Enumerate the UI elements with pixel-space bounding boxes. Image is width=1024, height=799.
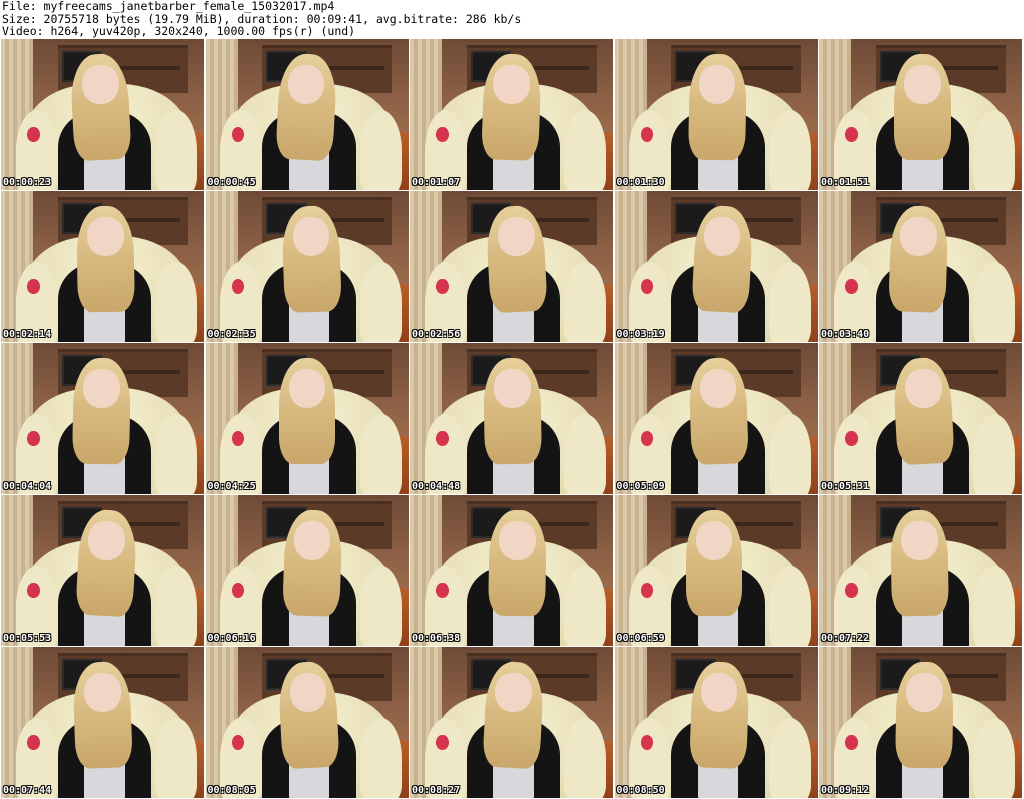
video-thumbnail: 00:08:05 — [205, 647, 409, 798]
video-thumbnail: 00:07:44 — [1, 647, 204, 798]
thumbnail-timestamp: 00:05:53 — [3, 633, 52, 644]
video-thumbnail: 00:02:35 — [205, 191, 409, 342]
thumbnail-scene — [614, 647, 818, 798]
thumbnail-scene — [205, 647, 409, 798]
video-thumbnail: 00:04:48 — [410, 343, 613, 494]
thumbnail-timestamp: 00:01:07 — [412, 177, 461, 188]
video-thumbnail: 00:04:04 — [1, 343, 204, 494]
thumbnail-scene — [614, 495, 818, 646]
video-thumbnail: 00:07:22 — [819, 495, 1022, 646]
video-thumbnail: 00:04:25 — [205, 343, 409, 494]
thumbnail-scene — [410, 647, 613, 798]
thumbnail-scene — [614, 39, 818, 190]
thumbnail-timestamp: 00:06:38 — [412, 633, 461, 644]
thumbnail-timestamp: 00:04:48 — [412, 481, 461, 492]
thumbnail-timestamp: 00:02:14 — [3, 329, 52, 340]
video-thumbnail: 00:05:09 — [614, 343, 818, 494]
video-info-header: File: myfreecams_janetbarber_female_1503… — [2, 0, 1022, 38]
thumbnail-scene — [1, 647, 204, 798]
thumbnail-timestamp: 00:04:04 — [3, 481, 52, 492]
video-thumbnail: 00:06:38 — [410, 495, 613, 646]
thumbnail-scene — [410, 343, 613, 494]
video-thumbnail: 00:06:59 — [614, 495, 818, 646]
thumbnail-timestamp: 00:04:25 — [207, 481, 256, 492]
thumbnail-timestamp: 00:05:31 — [821, 481, 870, 492]
thumbnail-timestamp: 00:09:12 — [821, 785, 870, 796]
thumbnail-scene — [819, 191, 1022, 342]
thumbnail-scene — [819, 495, 1022, 646]
thumbnail-scene — [1, 191, 204, 342]
thumbnail-timestamp: 00:02:35 — [207, 329, 256, 340]
thumbnail-scene — [614, 191, 818, 342]
video-codec-line: Video: h264, yuv420p, 320x240, 1000.00 f… — [2, 24, 356, 38]
video-thumbnail: 00:01:51 — [819, 39, 1022, 190]
video-thumbnail: 00:02:56 — [410, 191, 613, 342]
thumbnail-scene — [205, 495, 409, 646]
video-thumbnail: 00:01:30 — [614, 39, 818, 190]
thumbnail-scene — [205, 191, 409, 342]
video-thumbnail: 00:02:14 — [1, 191, 204, 342]
thumbnail-scene — [410, 495, 613, 646]
video-thumbnail: 00:00:23 — [1, 39, 204, 190]
thumbnail-scene — [1, 343, 204, 494]
video-thumbnail: 00:05:31 — [819, 343, 1022, 494]
video-thumbnail: 00:06:16 — [205, 495, 409, 646]
thumbnail-scene — [819, 647, 1022, 798]
thumbnail-timestamp: 00:06:59 — [616, 633, 665, 644]
thumbnail-scene — [819, 343, 1022, 494]
thumbnail-scene — [614, 343, 818, 494]
thumbnail-timestamp: 00:01:51 — [821, 177, 870, 188]
video-thumbnail: 00:03:40 — [819, 191, 1022, 342]
video-thumbnail: 00:00:45 — [205, 39, 409, 190]
thumbnail-timestamp: 00:03:40 — [821, 329, 870, 340]
thumbnail-timestamp: 00:03:19 — [616, 329, 665, 340]
thumbnail-scene — [410, 191, 613, 342]
thumbnail-timestamp: 00:07:22 — [821, 633, 870, 644]
thumbnail-timestamp: 00:05:09 — [616, 481, 665, 492]
video-thumbnail: 00:01:07 — [410, 39, 613, 190]
thumbnail-scene — [1, 39, 204, 190]
thumbnail-timestamp: 00:00:45 — [207, 177, 256, 188]
video-thumbnail: 00:05:53 — [1, 495, 204, 646]
video-thumbnail: 00:08:27 — [410, 647, 613, 798]
file-name-line: File: myfreecams_janetbarber_female_1503… — [2, 0, 335, 13]
thumbnail-timestamp: 00:08:05 — [207, 785, 256, 796]
thumbnail-timestamp: 00:01:30 — [616, 177, 665, 188]
thumbnail-scene — [819, 39, 1022, 190]
thumbnail-timestamp: 00:06:16 — [207, 633, 256, 644]
video-thumbnail: 00:08:50 — [614, 647, 818, 798]
thumbnail-scene — [1, 495, 204, 646]
thumbnail-timestamp: 00:07:44 — [3, 785, 52, 796]
thumbnail-grid: 00:00:23 00:00:45 00:01:07 00:01:30 00:01:51… — [1, 39, 1023, 799]
thumbnail-scene — [205, 343, 409, 494]
thumbnail-timestamp: 00:00:23 — [3, 177, 52, 188]
thumbnail-timestamp: 00:08:27 — [412, 785, 461, 796]
thumbnail-scene — [205, 39, 409, 190]
thumbnail-timestamp: 00:08:50 — [616, 785, 665, 796]
video-thumbnail: 00:09:12 — [819, 647, 1022, 798]
thumbnail-timestamp: 00:02:56 — [412, 329, 461, 340]
thumbnail-scene — [410, 39, 613, 190]
video-thumbnail: 00:03:19 — [614, 191, 818, 342]
